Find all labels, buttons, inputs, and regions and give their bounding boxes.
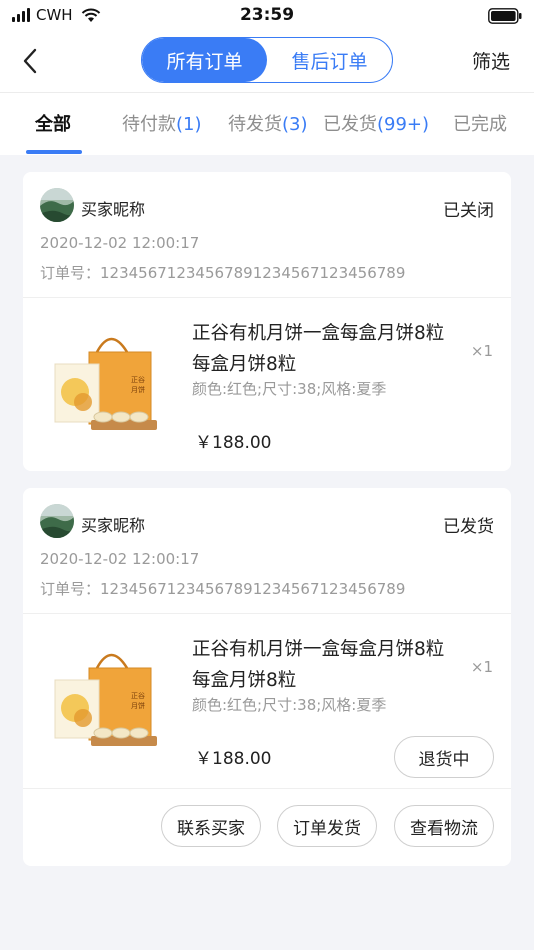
- product-title: 正谷有机月饼一盒每盒月饼8粒每盒月饼8粒: [192, 639, 445, 691]
- ship-order-button[interactable]: 订单发货: [277, 805, 377, 847]
- order-actions: 联系买家 订单发货 查看物流: [23, 789, 511, 867]
- product-row[interactable]: 正谷 月饼 正谷有机月饼一盒每盒月饼8粒每盒月饼8粒 ×1 颜色:红色;尺寸:3…: [23, 614, 511, 788]
- order-date: 2020-12-02 12:00:17: [40, 550, 200, 568]
- tab-label: 已发货: [323, 114, 377, 135]
- product-price: ￥188.00: [195, 749, 272, 769]
- order-status-tabs: 全部 待付款(1) 待发货(3) 已发货(99+) 已完成: [0, 104, 534, 154]
- buyer-nickname: 买家昵称: [81, 200, 146, 219]
- tab-label: 待发货: [228, 114, 282, 135]
- tab-count: (99+): [377, 114, 430, 135]
- view-logistics-button[interactable]: 查看物流: [394, 805, 494, 847]
- segment-all-orders[interactable]: 所有订单: [142, 38, 267, 82]
- order-header: 买家昵称 已发货 2020-12-02 12:00:17 订单号：1234567…: [23, 488, 511, 613]
- product-spec: 颜色:红色;尺寸:38;风格:夏季: [192, 380, 387, 398]
- order-number: 订单号：12345671234567891234567123456789: [40, 264, 406, 282]
- product-spec: 颜色:红色;尺寸:38;风格:夏季: [192, 696, 387, 714]
- product-row[interactable]: 正谷 月饼 正谷有机月饼一盒每盒月饼8粒每盒月饼8粒 ×1 颜色:红色;尺寸:3…: [23, 298, 511, 472]
- order-card[interactable]: 买家昵称 已发货 2020-12-02 12:00:17 订单号：1234567…: [23, 488, 511, 866]
- return-in-progress-button[interactable]: 退货中: [394, 736, 494, 778]
- tab-count: (3): [282, 114, 308, 135]
- tab-completed[interactable]: 已完成: [453, 110, 507, 136]
- order-number: 订单号：12345671234567891234567123456789: [40, 580, 406, 598]
- nav-divider: [0, 92, 534, 93]
- order-status: 已关闭: [443, 201, 494, 221]
- back-icon[interactable]: [18, 46, 44, 76]
- svg-text:正谷: 正谷: [131, 691, 145, 700]
- buyer-avatar: [40, 504, 74, 538]
- product-title: 正谷有机月饼一盒每盒月饼8粒每盒月饼8粒: [192, 323, 445, 375]
- mooncake-product-image: 正谷 月饼: [54, 337, 157, 430]
- order-status: 已发货: [443, 517, 494, 537]
- active-tab-indicator: [26, 150, 82, 154]
- order-header: 买家昵称 已关闭 2020-12-02 12:00:17 订单号：1234567…: [23, 172, 511, 297]
- product-quantity: ×1: [470, 342, 493, 360]
- svg-text:正谷: 正谷: [131, 375, 145, 384]
- product-quantity: ×1: [470, 658, 493, 676]
- segment-after-sales-orders[interactable]: 售后订单: [267, 38, 392, 82]
- filter-button[interactable]: 筛选: [472, 47, 510, 74]
- contact-buyer-button[interactable]: 联系买家: [161, 805, 261, 847]
- battery-icon: [488, 8, 522, 24]
- order-date: 2020-12-02 12:00:17: [40, 234, 200, 252]
- mooncake-product-image: 正谷 月饼: [54, 653, 157, 746]
- svg-text:月饼: 月饼: [131, 385, 145, 394]
- clock: 23:59: [239, 5, 295, 25]
- buyer-nickname: 买家昵称: [81, 516, 146, 535]
- tab-count: (1): [176, 114, 202, 135]
- nav-bar: 所有订单 售后订单 筛选: [0, 32, 534, 90]
- order-card[interactable]: 买家昵称 已关闭 2020-12-02 12:00:17 订单号：1234567…: [23, 172, 511, 471]
- tab-label: 待付款: [122, 114, 176, 135]
- order-type-segmented-control: 所有订单 售后订单: [141, 37, 393, 83]
- tab-label: 已完成: [453, 114, 507, 135]
- tab-label: 全部: [35, 114, 71, 135]
- tab-all[interactable]: 全部: [35, 110, 71, 136]
- product-price: ￥188.00: [195, 433, 272, 453]
- tab-pending-payment[interactable]: 待付款(1): [122, 110, 202, 136]
- buyer-avatar: [40, 188, 74, 222]
- tab-pending-shipment[interactable]: 待发货(3): [228, 110, 308, 136]
- svg-text:月饼: 月饼: [131, 701, 145, 710]
- status-bar: CWH 23:59: [0, 0, 534, 32]
- tab-shipped[interactable]: 已发货(99+): [323, 110, 429, 136]
